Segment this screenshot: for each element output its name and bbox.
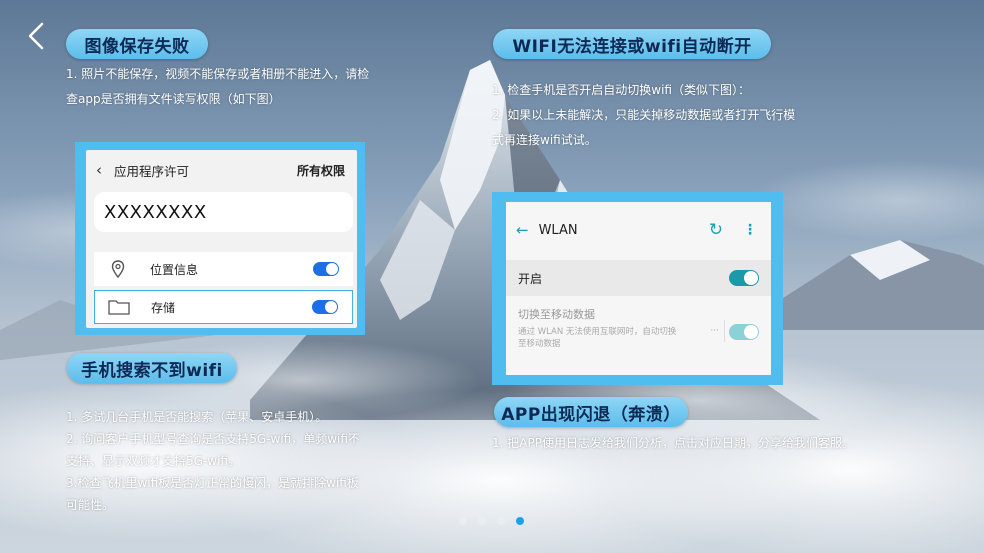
permission-label: 存储: [151, 300, 176, 315]
section-title-phone-search: 手机搜索不到wifi: [67, 353, 237, 383]
wlan-title: WLAN: [538, 222, 578, 238]
wlan-toggle: [729, 270, 759, 286]
wlan-on-row: 开启: [506, 260, 771, 296]
page-dot-3[interactable]: [497, 517, 505, 525]
refresh-icon: ↻: [708, 220, 723, 240]
text-line: 1. 把APP使用日志发给我们分析，点击对应日期，分享给我们客服。: [492, 436, 854, 450]
back-button[interactable]: [22, 20, 50, 52]
text-line: 3.检查飞机里wifi板是否灯正常的慢闪，是就排除wifi板: [66, 476, 359, 490]
save-fail-text: 1. 照片不能保存，视频不能保存或者相册不能进入，请检 查app是否拥有文件读写…: [66, 62, 369, 112]
location-pin-icon: [106, 260, 130, 278]
switch-mobile-data-toggle: [729, 324, 759, 340]
wlan-on-label: 开启: [518, 271, 543, 286]
all-permissions-label: 所有权限: [296, 163, 345, 178]
text-line: 2. 如果以上未能解决，只能关掉移动数据或者打开飞行模: [492, 108, 796, 122]
permissions-screenshot: ‹ 应用程序许可 所有权限 XXXXXXXX 位置信息 存储: [75, 142, 365, 335]
chevron-left-icon: ‹: [96, 161, 102, 179]
pagination-dots: [459, 517, 524, 525]
app-name: XXXXXXXX: [94, 192, 353, 232]
text-line: 可能性。: [66, 498, 115, 512]
permission-row-location: 位置信息: [94, 252, 353, 286]
section-title-app-crash: APP出现闪退（奔溃）: [494, 397, 688, 427]
more-vertical-icon: ⋮: [743, 222, 757, 238]
arrow-left-icon: ←: [516, 221, 529, 239]
switch-mobile-data-row: 切换至移动数据 通过 WLAN 无法使用互联网时，自动切换 至移动数据 ···: [518, 306, 771, 356]
page-dot-1[interactable]: [459, 517, 467, 525]
phone-search-text: 1. 多试几台手机是否能搜索（苹果、安卓手机）。 2. 询问客户手机型号查询是否…: [66, 406, 360, 516]
page-dot-4-active[interactable]: [516, 517, 524, 525]
chevron-left-icon: [28, 22, 44, 50]
text-line: 查app是否拥有文件读写权限（如下图）: [66, 92, 281, 106]
text-line: 1. 照片不能保存，视频不能保存或者相册不能进入，请检: [66, 67, 370, 81]
divider: [724, 320, 725, 342]
ellipsis-icon: ···: [710, 326, 719, 336]
text-line: 1. 检查手机是否开启自动切换wifi（类似下图）：: [492, 83, 750, 97]
text-line: 支持、显示双频才支持5G-wifi。: [66, 454, 240, 468]
text-line: 2. 询问客户手机型号查询是否支持5G-wifi，单频wifi不: [66, 432, 360, 446]
section-title-wifi-disconnect: WIFI无法连接或wifi自动断开: [493, 29, 771, 59]
page-dot-2[interactable]: [478, 517, 486, 525]
switch-mobile-data-label: 切换至移动数据: [518, 308, 595, 321]
wlan-header: ← WLAN ↻ ⋮: [516, 220, 757, 240]
location-toggle: [313, 262, 339, 276]
wlan-screenshot: ← WLAN ↻ ⋮ 开启 切换至移动数据 通过 WLAN 无法使用互联网时，自…: [492, 192, 783, 385]
permissions-header-title: 应用程序许可: [114, 163, 190, 179]
text-line: 式再连接wifi试试。: [492, 133, 597, 147]
text-line: 1. 多试几台手机是否能搜索（苹果、安卓手机）。: [66, 410, 328, 424]
storage-toggle: [312, 300, 338, 314]
section-title-save-fail: 图像保存失败: [66, 29, 208, 59]
folder-icon: [107, 299, 131, 315]
wifi-disconnect-text: 1. 检查手机是否开启自动切换wifi（类似下图）： 2. 如果以上未能解决，只…: [492, 78, 795, 153]
permission-row-storage: 存储: [94, 290, 353, 324]
permission-label: 位置信息: [150, 262, 199, 277]
app-crash-text: 1. 把APP使用日志发给我们分析，点击对应日期，分享给我们客服。: [492, 431, 854, 456]
permissions-header: ‹ 应用程序许可 所有权限: [96, 158, 345, 182]
